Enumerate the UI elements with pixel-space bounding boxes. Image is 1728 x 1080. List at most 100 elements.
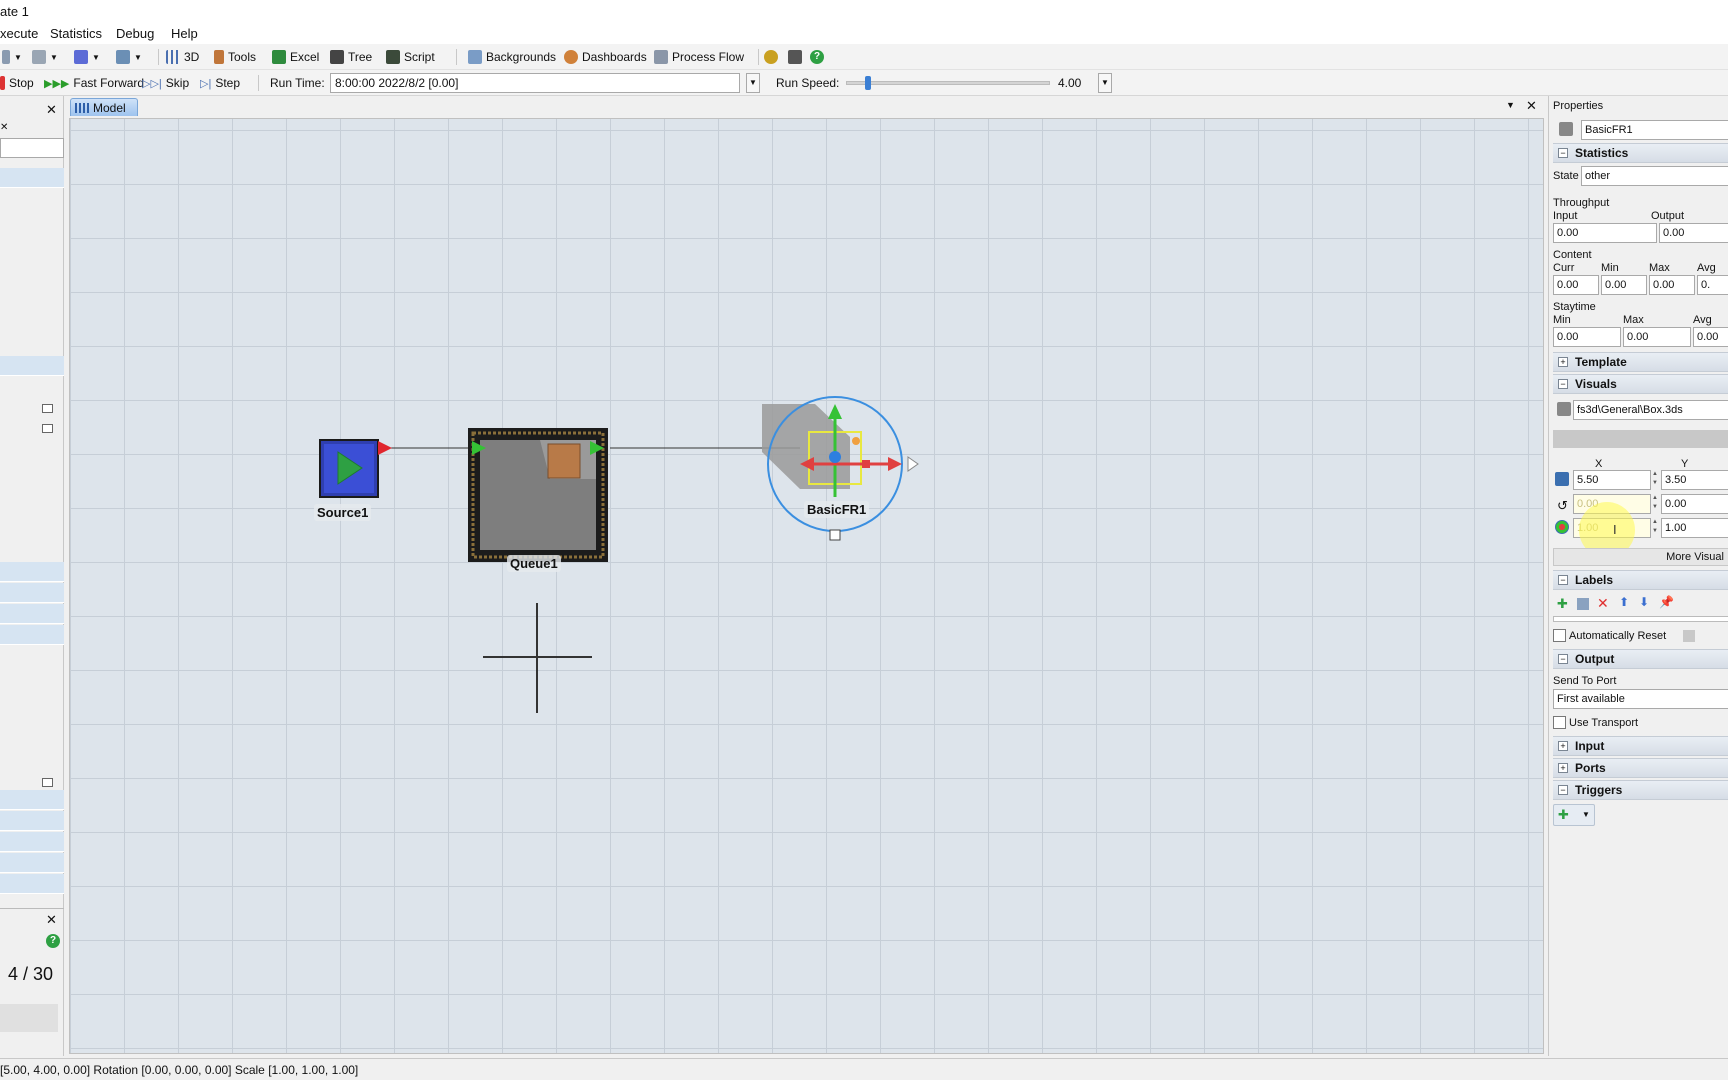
color-swatch[interactable] [1553, 430, 1728, 448]
expand-icon[interactable] [42, 424, 53, 433]
run-time-dropdown[interactable]: ▼ [746, 73, 760, 93]
library-search-input[interactable] [0, 138, 64, 158]
expand-icon: + [1558, 357, 1568, 367]
toolbar-dropdown-4[interactable]: ▼ [116, 48, 142, 66]
library-row[interactable] [0, 604, 64, 624]
menu-debug[interactable]: Debug [116, 26, 154, 41]
menu-statistics[interactable]: Statistics [50, 26, 102, 41]
library-row[interactable] [0, 811, 64, 831]
add-icon: ✚ [1558, 807, 1569, 822]
tab-dropdown-icon[interactable]: ▼ [1506, 100, 1515, 110]
save-icon[interactable] [1683, 630, 1695, 642]
section-output[interactable]: − Output [1553, 649, 1728, 669]
close-icon[interactable]: ✕ [1526, 98, 1537, 114]
library-row[interactable] [0, 168, 64, 188]
tree-settings-button[interactable] [788, 48, 802, 66]
help-button[interactable]: ? [810, 48, 824, 66]
properties-panel: Properties BasicFR1 − Statistics State ot… [1548, 96, 1728, 1056]
3d-button[interactable]: 3D [166, 48, 199, 66]
help-icon[interactable]: ? [46, 934, 60, 948]
move-up-icon[interactable]: ⬆ [1619, 595, 1629, 609]
tab-model[interactable]: Model [70, 98, 138, 116]
tree-button[interactable]: Tree [330, 48, 372, 66]
model-view[interactable]: Source1 Queue1 BasicFR1 [69, 118, 1544, 1054]
run-speed-value: 4.00 [1058, 76, 1082, 90]
library-row[interactable] [0, 356, 64, 376]
expand-icon[interactable] [42, 404, 53, 413]
scale-y-field[interactable]: 1.00 [1661, 518, 1728, 538]
move-down-icon[interactable]: ⬇ [1639, 595, 1649, 609]
close-icon[interactable]: ✕ [46, 102, 57, 118]
library-row[interactable] [0, 874, 64, 894]
scale-x-spinner[interactable]: ▲ ▼ [1651, 518, 1659, 538]
toolbar-dropdown-1[interactable]: ▼ [2, 48, 22, 66]
step-button[interactable]: ▷| Step [200, 74, 240, 92]
library-row[interactable] [0, 853, 64, 873]
send-to-port-field[interactable]: First available [1553, 689, 1728, 709]
tools-button[interactable]: Tools [214, 48, 256, 66]
library-row[interactable] [0, 583, 64, 603]
process-flow-icon [654, 50, 668, 64]
script-button[interactable]: Script [386, 48, 435, 66]
run-speed-dropdown[interactable]: ▼ [1098, 73, 1112, 93]
position-x-spinner[interactable]: ▲ ▼ [1651, 470, 1659, 490]
model-canvas[interactable] [70, 119, 1544, 1054]
position-y-field[interactable]: 3.50 [1661, 470, 1728, 490]
menu-execute[interactable]: xecute [0, 26, 38, 41]
backgrounds-icon [468, 50, 482, 64]
expand-icon[interactable] [42, 778, 53, 787]
library-row[interactable] [0, 625, 64, 645]
dashboards-button[interactable]: Dashboards [564, 48, 647, 66]
library-row[interactable] [0, 562, 64, 582]
delete-label-icon[interactable]: ✕ [1597, 595, 1609, 612]
library-row[interactable] [0, 790, 64, 810]
fast-forward-button[interactable]: ▶▶▶ Fast Forward [44, 74, 144, 92]
close-tab-icon[interactable]: ✕ [0, 122, 8, 133]
section-input[interactable]: + Input [1553, 736, 1728, 756]
staytime-avg-field: 0.00 [1693, 327, 1728, 347]
source-object[interactable] [319, 439, 392, 498]
section-statistics[interactable]: − Statistics [1553, 143, 1728, 163]
position-x-field[interactable]: 5.50 [1573, 470, 1651, 490]
section-visuals[interactable]: − Visuals [1553, 374, 1728, 394]
rotation-y-field[interactable]: 0.00 [1661, 494, 1728, 514]
toolbar-dropdown-3[interactable]: ▼ [74, 48, 100, 66]
staytime-avg-label: Avg [1693, 314, 1712, 326]
copy-label-icon[interactable] [1577, 598, 1589, 610]
auto-reset-checkbox[interactable] [1553, 629, 1566, 642]
shape-field[interactable]: fs3d\General\Box.3ds [1573, 400, 1728, 420]
labels-table[interactable] [1553, 616, 1728, 622]
use-transport-checkbox[interactable] [1553, 716, 1566, 729]
main-toolbar: ▼ ▼ ▼ ▼ 3D Tools Excel Tree Script Backg… [0, 44, 1728, 70]
process-flow-button[interactable]: Process Flow [654, 48, 744, 66]
model-tab-bar: Model ▼ ✕ [66, 96, 1546, 118]
section-labels[interactable]: − Labels [1553, 570, 1728, 590]
stop-button[interactable]: Stop [0, 74, 34, 92]
add-trigger-button[interactable]: ✚ ▼ [1553, 804, 1595, 826]
add-label-icon[interactable]: ✚ [1557, 596, 1568, 612]
library-row[interactable] [0, 832, 64, 852]
pin-icon[interactable]: 📌 [1659, 595, 1674, 609]
run-speed-slider-thumb[interactable] [864, 76, 871, 90]
basicfr-object[interactable] [762, 396, 919, 541]
object-name-field[interactable]: BasicFR1 [1581, 120, 1728, 140]
excel-button[interactable]: Excel [272, 48, 319, 66]
output-label: Output [1651, 210, 1685, 222]
toolbar-dropdown-2[interactable]: ▼ [32, 48, 58, 66]
close-icon[interactable]: ✕ [46, 912, 57, 928]
section-ports[interactable]: + Ports [1553, 758, 1728, 778]
queue-object[interactable] [468, 428, 608, 562]
backgrounds-button[interactable]: Backgrounds [468, 48, 556, 66]
section-template[interactable]: + Template [1553, 352, 1728, 372]
settings-button[interactable] [764, 48, 778, 66]
color-square-icon [74, 50, 88, 64]
skip-button[interactable]: ▷▷| Skip [142, 74, 189, 92]
menu-help[interactable]: Help [171, 26, 198, 41]
more-visuals-button[interactable]: More Visual [1553, 548, 1728, 566]
chevron-down-icon: ▼ [14, 52, 22, 62]
section-triggers[interactable]: − Triggers [1553, 780, 1728, 800]
run-time-field[interactable]: 8:00:00 2022/8/2 [0.00] [330, 73, 740, 93]
content-min-field: 0.00 [1601, 275, 1647, 295]
rotation-x-spinner[interactable]: ▲ ▼ [1651, 494, 1659, 514]
run-speed-slider[interactable] [846, 76, 1050, 90]
